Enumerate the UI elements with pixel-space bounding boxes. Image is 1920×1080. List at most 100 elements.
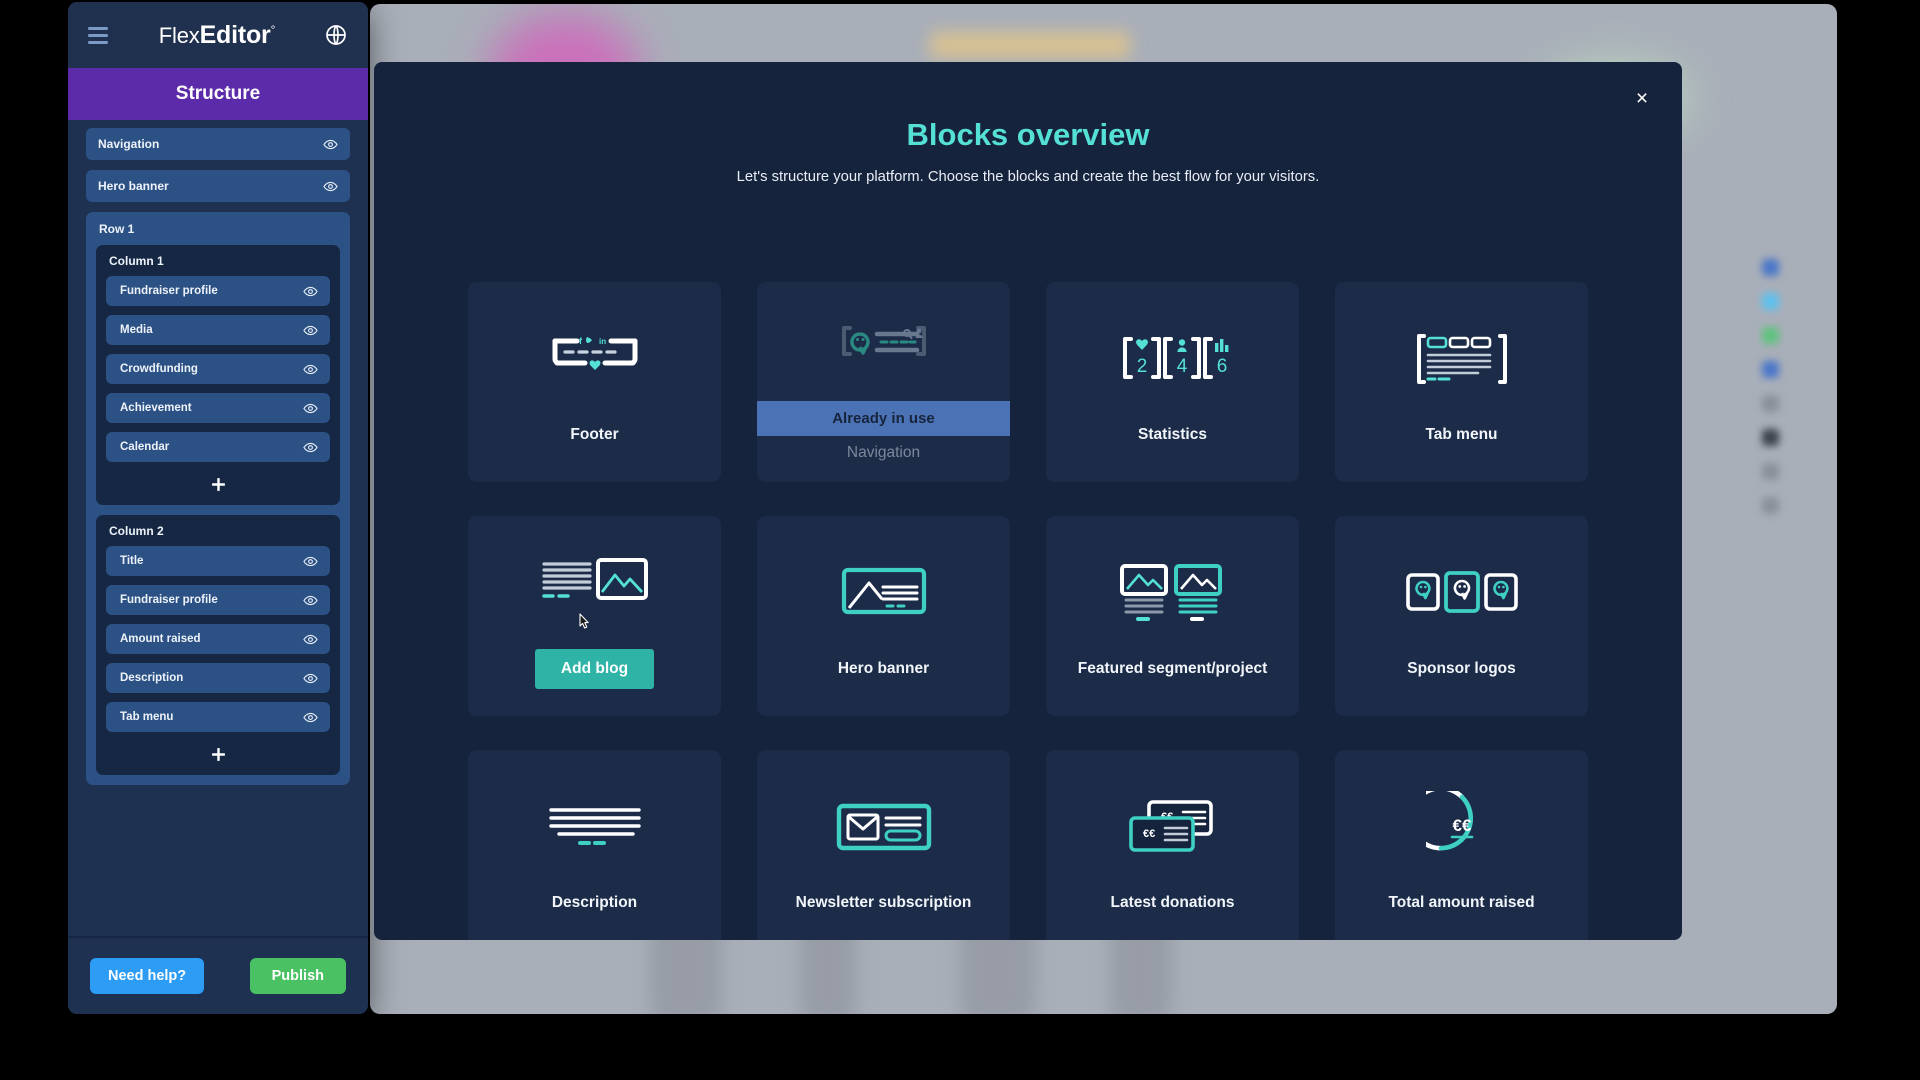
structure-tree-scroll[interactable]: Navigation Hero banner Row 1 Column 1 xyxy=(68,120,368,936)
block-card-newsletter[interactable]: Newsletter subscription xyxy=(757,750,1010,940)
tree-group-label: Row 1 xyxy=(96,221,340,245)
tree-group-row-1[interactable]: Row 1 Column 1 Fundraiser profile Media xyxy=(86,212,350,785)
editor-footer: Need help? Publish xyxy=(68,936,368,1014)
eye-icon[interactable] xyxy=(303,632,318,647)
navigation-icon xyxy=(836,303,932,381)
tree-item-hero-banner[interactable]: Hero banner xyxy=(86,170,350,202)
block-card-description[interactable]: Description xyxy=(468,750,721,940)
background-heading-blur xyxy=(930,32,1130,58)
block-card-label: Tab menu xyxy=(1425,426,1497,444)
tree-column-label: Column 2 xyxy=(106,523,330,546)
block-card-statistics[interactable]: 2 4 6 xyxy=(1046,282,1299,482)
need-help-button[interactable]: Need help? xyxy=(90,958,204,994)
eye-icon[interactable] xyxy=(303,671,318,686)
tree-leaf-description[interactable]: Description xyxy=(106,663,330,693)
block-card-sponsor-logos[interactable]: Sponsor logos xyxy=(1335,516,1588,716)
background-social-sidebar xyxy=(1762,259,1779,514)
hamburger-menu-icon[interactable] xyxy=(88,27,110,44)
tree-leaf-achievement[interactable]: Achievement xyxy=(106,393,330,423)
add-block-to-column-2-button[interactable] xyxy=(106,741,330,767)
close-icon[interactable]: × xyxy=(1628,84,1656,112)
plus-icon xyxy=(210,476,227,493)
block-card-hero-banner[interactable]: Hero banner xyxy=(757,516,1010,716)
eye-icon[interactable] xyxy=(303,362,318,377)
svg-text:€€: €€ xyxy=(1452,816,1471,835)
tree-item-label: Navigation xyxy=(98,137,159,151)
tree-leaf-label: Description xyxy=(120,672,183,684)
tree-leaf-label: Amount raised xyxy=(120,633,201,645)
hero-banner-icon xyxy=(840,554,928,632)
tree-leaf-title[interactable]: Title xyxy=(106,546,330,576)
block-card-featured-segment[interactable]: Featured segment/project xyxy=(1046,516,1299,716)
eye-icon[interactable] xyxy=(323,137,338,152)
block-card-navigation: Already in use Navigation xyxy=(757,282,1010,482)
block-card-label: Description xyxy=(552,894,637,912)
eye-icon[interactable] xyxy=(303,593,318,608)
svg-text:€€: €€ xyxy=(1143,828,1155,840)
footer-icon: f in xyxy=(547,320,643,398)
eye-icon[interactable] xyxy=(303,401,318,416)
tree-column-1[interactable]: Column 1 Fundraiser profile Media xyxy=(96,245,340,505)
tree-leaf-tab-menu[interactable]: Tab menu xyxy=(106,702,330,732)
tree-leaf-fundraiser-profile-2[interactable]: Fundraiser profile xyxy=(106,585,330,615)
tree-leaf-crowdfunding[interactable]: Crowdfunding xyxy=(106,354,330,384)
statistics-icon: 2 4 6 xyxy=(1117,320,1229,398)
tree-leaf-fundraiser-profile[interactable]: Fundraiser profile xyxy=(106,276,330,306)
eye-icon[interactable] xyxy=(303,554,318,569)
block-card-label: Latest donations xyxy=(1110,894,1234,912)
tab-structure[interactable]: Structure xyxy=(68,68,368,120)
tab-structure-label: Structure xyxy=(176,83,260,105)
tree-leaf-label: Calendar xyxy=(120,441,169,453)
block-card-label: Footer xyxy=(570,426,618,444)
tree-leaf-label: Achievement xyxy=(120,402,192,414)
block-card-total-amount-raised[interactable]: €€ Total amount raised xyxy=(1335,750,1588,940)
publish-button[interactable]: Publish xyxy=(250,958,346,994)
tree-leaf-calendar[interactable]: Calendar xyxy=(106,432,330,462)
add-blog-button[interactable]: Add blog xyxy=(535,649,654,689)
latest-donations-icon: €€ €€ xyxy=(1127,788,1219,866)
eye-icon[interactable] xyxy=(323,179,338,194)
globe-icon[interactable] xyxy=(324,23,348,47)
block-card-blog[interactable]: Add blog xyxy=(468,516,721,716)
svg-text:in: in xyxy=(599,337,606,346)
blocks-overview-modal: × Blocks overview Let's structure your p… xyxy=(374,62,1682,940)
block-card-tab-menu[interactable]: Tab menu xyxy=(1335,282,1588,482)
logo-degree-mark: ° xyxy=(271,22,276,36)
tab-menu-icon xyxy=(1412,320,1512,398)
tree-leaf-label: Tab menu xyxy=(120,711,173,723)
statistics-value-3: 6 xyxy=(1216,356,1227,377)
logo-editor-text: Editor xyxy=(200,21,271,49)
sponsor-logos-icon xyxy=(1406,554,1518,632)
blocks-scroll-area[interactable]: f in Footer xyxy=(374,222,1682,940)
tree-leaf-label: Media xyxy=(120,324,153,336)
add-block-to-column-1-button[interactable] xyxy=(106,471,330,497)
modal-subtitle: Let's structure your platform. Choose th… xyxy=(374,153,1682,185)
statistics-value-1: 2 xyxy=(1136,356,1147,377)
tree-column-label: Column 1 xyxy=(106,253,330,276)
tree-leaf-label: Fundraiser profile xyxy=(120,285,218,297)
newsletter-icon xyxy=(836,788,932,866)
modal-title: Blocks overview xyxy=(374,62,1682,153)
eye-icon[interactable] xyxy=(303,710,318,725)
screen-root: FlexEditor° Structure Navigation Hero ba… xyxy=(0,0,1920,1080)
eye-icon[interactable] xyxy=(303,284,318,299)
block-card-latest-donations[interactable]: €€ €€ Latest donations xyxy=(1046,750,1299,940)
editor-sidebar-panel: FlexEditor° Structure Navigation Hero ba… xyxy=(68,2,368,1014)
block-card-label: Featured segment/project xyxy=(1078,660,1268,678)
statistics-value-2: 4 xyxy=(1176,356,1187,377)
total-amount-raised-icon: €€ xyxy=(1426,788,1498,866)
blocks-grid: f in Footer xyxy=(468,282,1588,940)
tree-leaf-amount-raised[interactable]: Amount raised xyxy=(106,624,330,654)
tree-column-2[interactable]: Column 2 Title Fundraiser profile xyxy=(96,515,340,775)
block-card-label: Hero banner xyxy=(838,660,929,678)
block-card-footer[interactable]: f in Footer xyxy=(468,282,721,482)
block-card-label: Total amount raised xyxy=(1388,894,1534,912)
app-logo: FlexEditor° xyxy=(110,21,324,50)
eye-icon[interactable] xyxy=(303,323,318,338)
description-icon xyxy=(548,788,642,866)
tree-leaf-media[interactable]: Media xyxy=(106,315,330,345)
eye-icon[interactable] xyxy=(303,440,318,455)
status-badge: Already in use xyxy=(757,401,1010,436)
tree-item-navigation[interactable]: Navigation xyxy=(86,128,350,160)
block-card-label: Sponsor logos xyxy=(1407,660,1516,678)
